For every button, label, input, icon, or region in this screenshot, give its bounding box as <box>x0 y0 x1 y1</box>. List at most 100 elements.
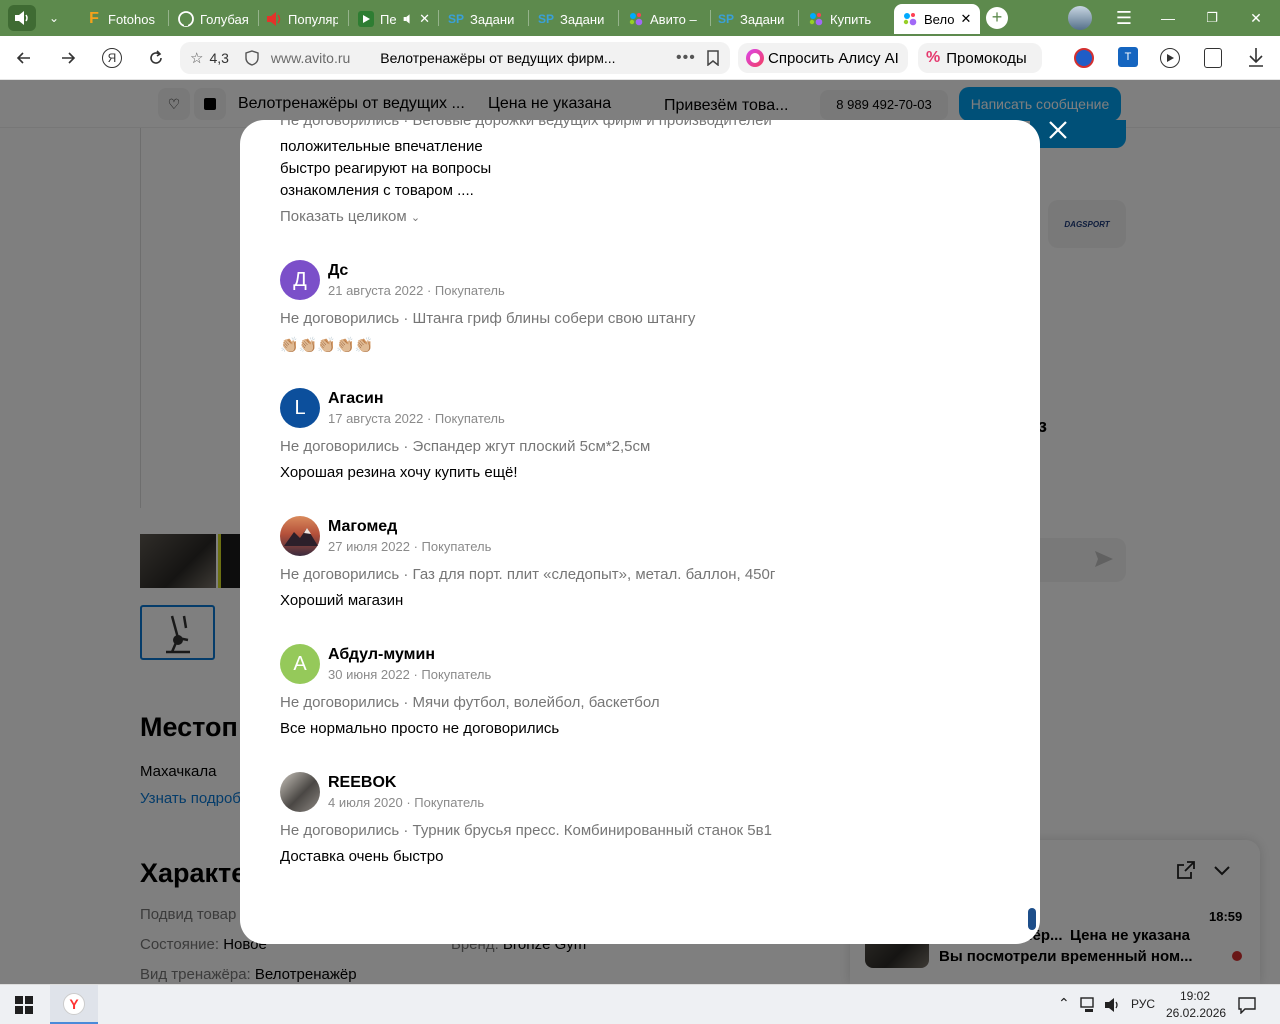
tab-avito-1[interactable]: Авито – <box>628 6 702 32</box>
menu-icon[interactable]: ☰ <box>1112 8 1136 28</box>
reviewer-name[interactable]: Агасин <box>328 390 384 408</box>
review-text: Хорошая резина хочу купить ещё! <box>280 464 518 481</box>
page-title: Велотренажёры от ведущих фирм... <box>380 50 616 66</box>
sp-icon: SP <box>538 12 555 26</box>
review-date: 27 июля 2022 · Покупатель <box>328 539 492 554</box>
tab-popular[interactable]: Популяр <box>266 6 338 32</box>
review-text-line: положительные впечатление <box>280 138 483 155</box>
review-card: Д Дс 21 августа 2022 · Покупатель Не дог… <box>280 260 980 360</box>
reviewer-name[interactable]: Дс <box>328 262 348 280</box>
reviewer-name[interactable]: Абдул-мумин <box>328 646 435 664</box>
start-button[interactable] <box>6 991 42 1019</box>
windows-icon <box>15 996 33 1014</box>
review-text: Все нормально просто не договорились <box>280 720 560 737</box>
tab-task-2[interactable]: SP Задани <box>538 6 610 32</box>
new-tab-button[interactable]: + <box>986 7 1008 29</box>
url-bar[interactable]: ☆ 4,3 www.avito.ru Велотренажёры от веду… <box>180 42 730 74</box>
plus-icon: + <box>991 7 1003 27</box>
tab-task-3[interactable]: SP Задани <box>718 6 790 32</box>
arrow-right-icon <box>62 52 76 64</box>
audio-icon <box>266 11 282 27</box>
avatar: А <box>280 644 320 684</box>
review-card: REEBOK 4 июля 2020 · Покупатель Не догов… <box>280 772 980 872</box>
tab-avito-buy[interactable]: Купить <box>808 6 886 32</box>
review-text: Хороший магазин <box>280 592 404 609</box>
close-tab-icon[interactable]: ✕ <box>419 11 430 27</box>
notifications-icon[interactable] <box>1238 996 1256 1014</box>
avito-icon <box>628 11 644 27</box>
avatar <box>280 772 320 812</box>
avito-icon <box>808 11 824 27</box>
review-card: L Агасин 17 августа 2022 · Покупатель Не… <box>280 388 980 488</box>
media-icon <box>358 11 374 27</box>
minimize-button[interactable]: — <box>1156 8 1180 28</box>
sp-icon: SP <box>448 12 465 26</box>
yandex-icon: Я <box>102 48 122 68</box>
percent-icon: % <box>926 49 941 66</box>
review-text: Доставка очень быстро <box>280 848 444 865</box>
reviewer-name[interactable]: REEBOK <box>328 774 396 792</box>
extension-shield-icon[interactable] <box>1074 48 1094 68</box>
avatar: L <box>280 388 320 428</box>
fotohost-icon: F <box>89 10 99 27</box>
clock-time[interactable]: 19:02 <box>1180 989 1210 1003</box>
review-text: 👏🏼👏🏼👏🏼👏🏼👏🏼 <box>280 337 374 354</box>
download-icon[interactable] <box>1246 46 1266 68</box>
profile-avatar[interactable] <box>1068 6 1092 30</box>
taskbar-yandex-browser[interactable]: Y <box>50 985 98 1024</box>
review-item: Не договорились · Штанга гриф блины собе… <box>280 310 696 327</box>
back-button[interactable] <box>10 44 38 72</box>
site-rating: 4,3 <box>209 50 229 66</box>
volume-icon[interactable] <box>1104 997 1122 1013</box>
mute-icon <box>403 14 410 24</box>
reviews-modal: Не договорились · Беговые дорожки ведущи… <box>240 120 1040 944</box>
close-modal-button[interactable] <box>1044 116 1072 144</box>
browser-tab-bar: ⌄ F Fotohos Голубая Популяр Пе ✕ SP Зада… <box>0 0 1280 36</box>
review-item: Не договорились · Эспандер жгут плоский … <box>280 438 651 455</box>
show-full-link[interactable]: Показать целиком ⌄ <box>280 208 420 225</box>
reload-button[interactable] <box>142 44 170 72</box>
avito-icon <box>902 11 918 27</box>
ask-alice-button[interactable]: Спросить Алису AI <box>738 43 908 73</box>
reload-icon <box>150 50 162 64</box>
forward-button[interactable] <box>54 44 82 72</box>
network-icon[interactable] <box>1080 997 1098 1013</box>
video-icon[interactable] <box>1160 48 1180 68</box>
review-date: 17 августа 2022 · Покупатель <box>328 411 505 426</box>
tab-github[interactable]: Голубая <box>178 6 248 32</box>
language-indicator[interactable]: РУС <box>1131 997 1155 1011</box>
browser-menu-button[interactable] <box>8 5 36 31</box>
tab-task-1[interactable]: SP Задани <box>448 6 520 32</box>
tab-fotohost[interactable]: F Fotohos <box>86 6 158 32</box>
tab-velo-active[interactable]: Вело ✕ <box>894 4 980 34</box>
tab-media[interactable]: Пе ✕ <box>358 6 430 32</box>
yandex-button[interactable]: Я <box>98 44 126 72</box>
speaker-icon <box>15 11 28 25</box>
chevron-up-icon[interactable]: ⌃ <box>1058 995 1070 1012</box>
review-date: 30 июня 2022 · Покупатель <box>328 667 492 682</box>
clock-date[interactable]: 26.02.2026 <box>1166 1006 1226 1020</box>
review-text-line: ознакомления с товаром .... <box>280 182 474 199</box>
review-date: 21 августа 2022 · Покупатель <box>328 283 505 298</box>
review-date: 4 июля 2020 · Покупатель <box>328 795 485 810</box>
collections-icon[interactable] <box>1204 48 1222 68</box>
alice-icon <box>746 49 764 67</box>
avatar: Д <box>280 260 320 300</box>
reviewer-name[interactable]: Магомед <box>328 518 397 536</box>
bookmark-icon[interactable] <box>706 50 720 66</box>
tabs-dropdown-button[interactable]: ⌄ <box>42 8 66 28</box>
extension-translate-icon[interactable]: T <box>1118 47 1138 67</box>
close-tab-icon[interactable]: ✕ <box>960 11 971 27</box>
more-icon[interactable]: ••• <box>676 49 696 67</box>
close-window-button[interactable]: ✕ <box>1244 8 1268 28</box>
review-item: Не договорились · Турник брусья пресс. К… <box>280 822 772 839</box>
github-icon <box>178 11 194 27</box>
review-card: Магомед 27 июля 2022 · Покупатель Не дог… <box>280 516 980 616</box>
star-icon: ☆ <box>190 50 204 67</box>
chevron-down-icon: ⌄ <box>410 212 421 224</box>
promo-codes-button[interactable]: % Промокоды <box>918 43 1042 73</box>
modal-scrollbar[interactable] <box>1028 908 1036 930</box>
arrow-left-icon <box>16 52 30 64</box>
review-text-line: быстро реагируют на вопросы <box>280 160 492 177</box>
restore-button[interactable]: ❐ <box>1200 8 1224 28</box>
